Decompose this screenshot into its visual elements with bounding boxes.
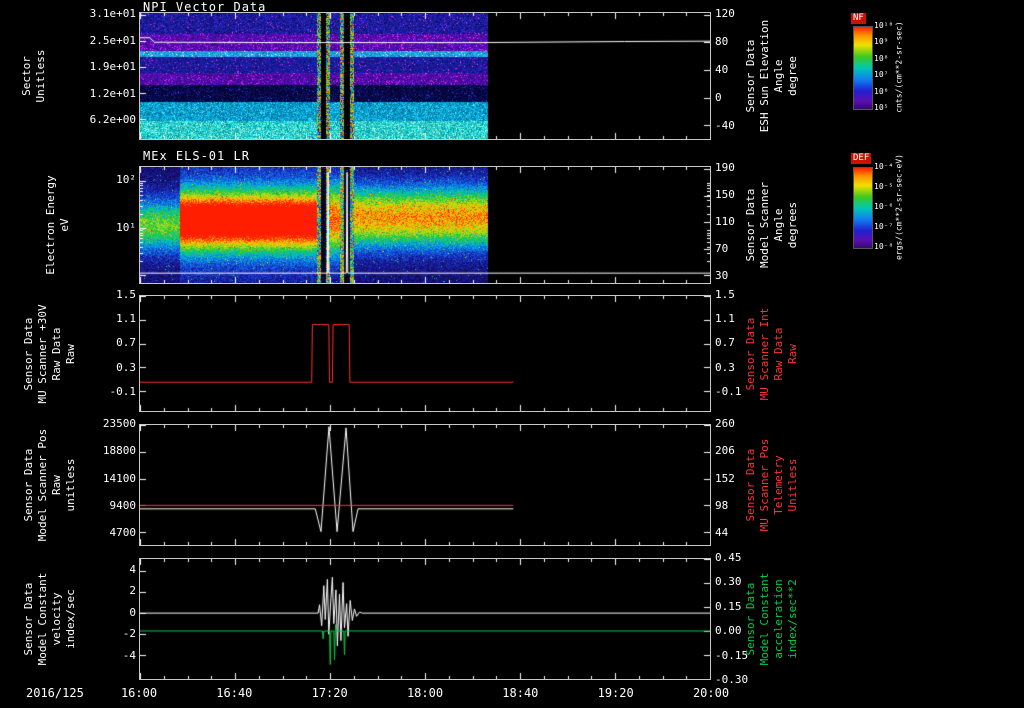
panel2-left-axis-title-line: Electron Energy (44, 175, 57, 275)
panel3-left-axis-title: Sensor Data MU Scanner +30V Raw Data Raw (22, 304, 78, 403)
panel3-left-axis-title-line: Sensor Data (22, 317, 35, 390)
panel5-right-tick: -0.30 (715, 673, 749, 686)
panel5-left-axis-title: Sensor Data Model Constant velocity index/s… (22, 573, 78, 666)
x-axis-time-label: 18:40 (502, 686, 539, 700)
colorbar-def-tick: 10⁻⁶ (874, 202, 894, 211)
panel5-right-axis-title-line: Sensor Data (744, 582, 757, 656)
panel1-right-axis-title-line: Angle (772, 59, 785, 93)
panel2-right-axis-title-line: Sensor Data (744, 188, 757, 262)
panel1-right-axis-title-line: ESH Sun Elevation (758, 19, 771, 133)
panel3-left-axis-title-line: MU Scanner +30V (36, 303, 49, 404)
panel1-left-axis-title-line: Sector (20, 56, 33, 96)
panel3-right-axis-title-line: MU Scanner Int (758, 307, 771, 400)
panel1-left-axis-title: Sector Unitless (20, 50, 48, 103)
panel2-right-axis-title-line: degrees (786, 201, 799, 249)
x-axis-date-label: 2016/125 (26, 686, 84, 700)
telemetry-plot-page: NPI Vector Data MEx ELS-01 LR 2016/125 N… (0, 0, 1024, 708)
panel1-right-axis-title-line: Sensor Data (744, 39, 757, 113)
colorbar-nf (853, 26, 873, 110)
x-axis-time-label: 18:00 (406, 686, 444, 700)
x-axis-time-label: 16:00 (120, 686, 158, 700)
colorbar-def-tick: 10⁻⁸ (874, 242, 894, 251)
panel2-right-tick: 30 (715, 268, 729, 282)
colorbar-def (853, 167, 873, 249)
x-axis-time-label: 17:20 (311, 686, 348, 700)
panel2-right-axis-title-line: Angle (772, 208, 785, 242)
panel5-right-axis-title-line: acceleration (772, 579, 785, 659)
panel1-right-axis-title-line: degree (786, 56, 799, 96)
panel2-right-axis-title: Sensor Data Model Scanner Angle degrees (744, 182, 800, 268)
panel1-right-tick: 120 (715, 7, 735, 21)
colorbar-def-tick: 10⁻⁷ (874, 222, 894, 231)
panel3-right-axis-title-line: Raw Data (772, 327, 785, 380)
panel4-right-axis-title-line: Sensor Data (744, 448, 757, 522)
colorbar-def-tick: 10⁻⁵ (874, 182, 894, 191)
panel4-left-axis-title: Sensor Data Model Scanner Pos Raw unitless (22, 429, 78, 542)
colorbar-def-units: ergs/(cm**2-sr-sec-eV) (894, 154, 904, 260)
x-axis-time-label: 20:00 (692, 686, 730, 700)
panel2-plot-area (139, 166, 711, 284)
panel5-right-axis-title-line: Model Constant (758, 572, 771, 666)
panel5-left-axis-title-line: index/sec (64, 589, 77, 649)
colorbar-nf-tick: 10⁹ (874, 37, 889, 47)
panel2-left-axis-title-line: eV (58, 218, 71, 232)
panel4-right-axis-title: Sensor Data MU Scanner Pos Telemetry Unitle… (744, 439, 800, 532)
els-spectrogram-canvas (140, 167, 710, 283)
colorbar-nf-tick: 10⁷ (874, 70, 889, 80)
panel3-left-axis-title-line: Raw (64, 343, 77, 364)
colorbar-def-title: DEF (851, 153, 872, 164)
panel2-left-tick: 10¹ (116, 220, 136, 234)
panel4-left-axis-title-line: unitless (64, 458, 77, 512)
x-axis-time-label: 16:40 (216, 686, 253, 700)
colorbar-nf-units: cnts/(cm**2-sr-sec) (894, 21, 904, 113)
panel4-right-axis-title-line: MU Scanner Pos (758, 438, 771, 532)
panel3-right-axis-title-line: Sensor Data (744, 317, 757, 390)
panel5-right-tick: 0.45 (715, 551, 742, 564)
colorbar-nf-title: NF (851, 13, 866, 24)
npi-spectrogram-canvas (140, 13, 710, 139)
panel2-left-axis-title: Electron Energy eV (44, 175, 72, 274)
panel1-left-tick: 1.2e+01 (89, 86, 136, 100)
panel1-plot-area (139, 12, 711, 140)
panel3-plot-area (139, 295, 711, 412)
panel1-left-axis-title-line: Unitless (34, 49, 47, 103)
panel4-plot-area (139, 424, 711, 546)
panel4-left-axis-title-line: Sensor Data (22, 448, 35, 522)
panel5-left-axis-title-line: Model Constant (36, 572, 49, 666)
panel5-left-axis-title-line: velocity (50, 592, 63, 646)
panel2-right-tick: 190 (715, 161, 735, 174)
colorbar-nf-tick: 10⁸ (874, 53, 889, 63)
colorbar-nf-tick: 10¹⁰ (874, 21, 894, 30)
panel1-left-tick: 1.9e+01 (89, 60, 136, 74)
panel3-right-axis-title-line: Raw (786, 343, 799, 364)
panel4-right-tick: 260 (715, 417, 735, 430)
model-constant-line-canvas (140, 559, 710, 679)
panel3-right-axis-title: Sensor Data MU Scanner Int Raw Data Raw (744, 307, 800, 400)
panel5-left-axis-title-line: Sensor Data (22, 582, 35, 656)
scanner-pos-line-canvas (140, 425, 710, 545)
panel4-left-axis-title-line: Model Scanner Pos (36, 428, 49, 542)
colorbar-nf-tick: 10⁶ (874, 86, 889, 96)
panel1-right-axis-title: Sensor Data ESH Sun Elevation Angle degree (744, 20, 800, 133)
panel4-right-axis-title-line: Unitless (786, 458, 799, 512)
x-axis-time-label: 19:20 (597, 686, 634, 700)
mu-scanner-line-canvas (140, 296, 710, 411)
panel3-left-tick: 1.5 (116, 288, 136, 301)
panel2-title: MEx ELS-01 LR (143, 149, 250, 163)
panel4-left-axis-title-line: Raw (50, 475, 63, 495)
panel4-right-axis-title-line: Telemetry (772, 455, 785, 515)
panel2-right-axis-title-line: Model Scanner (758, 181, 771, 269)
panel3-left-axis-title-line: Raw Data (50, 327, 63, 380)
panel1-left-tick: 6.2e+00 (89, 113, 136, 127)
panel1-left-tick: 2.5e+01 (89, 33, 136, 47)
panel2-left-tick: 10² (116, 173, 136, 187)
panel5-plot-area (139, 558, 711, 680)
panel5-right-axis-title-line: index/sec**2 (786, 579, 799, 659)
panel3-right-tick: 1.5 (715, 288, 735, 301)
colorbar-def-tick: 10⁻⁴ (874, 162, 894, 171)
panel1-left-tick: 3.1e+01 (89, 7, 136, 21)
colorbar-nf-tick: 10⁵ (874, 103, 889, 112)
panel5-right-axis-title: Sensor Data Model Constant acceleration ind… (744, 573, 800, 666)
